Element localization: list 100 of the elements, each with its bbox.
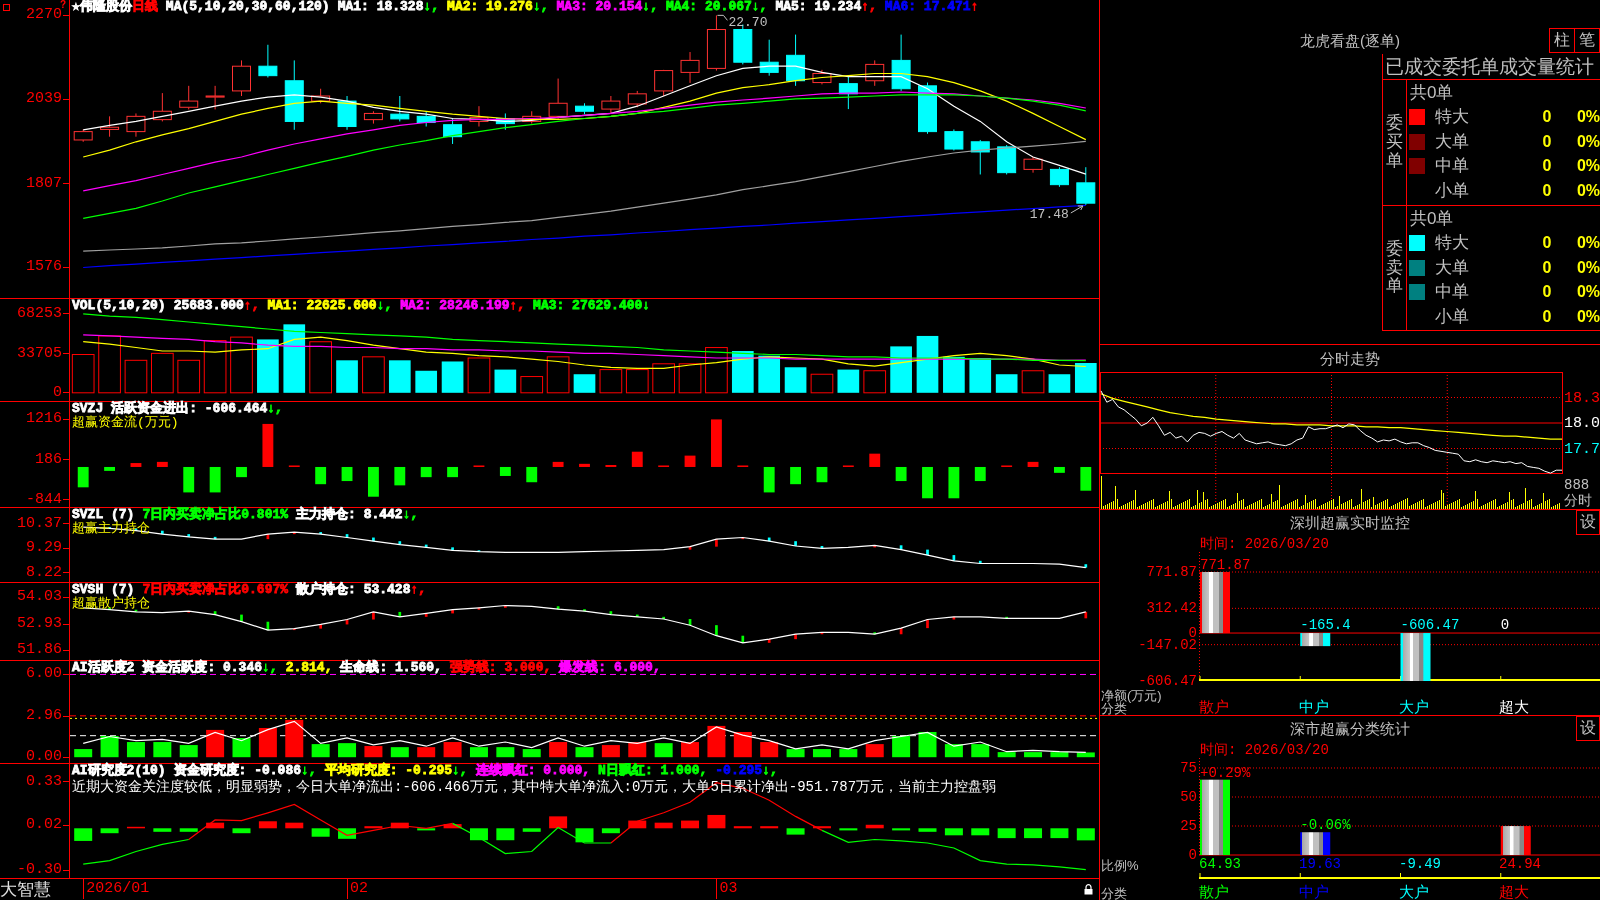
date-label: 02	[347, 879, 369, 899]
axis-label: 8.22	[26, 565, 69, 580]
axis-label: 0.00	[26, 750, 69, 765]
axis-label: 33705	[17, 346, 69, 361]
axis-label: 10.37	[17, 516, 69, 531]
legend-text: 7日内买卖净占比0.697%	[142, 583, 289, 597]
category-label: 超大	[1499, 698, 1529, 715]
legend-text: ↓,	[402, 508, 419, 522]
date-label: 03	[716, 879, 738, 899]
axis-label: 9.29	[26, 541, 69, 556]
order-share: 0%	[1576, 180, 1600, 201]
order-size-label: 小单	[1434, 306, 1469, 327]
axis-label: 0	[53, 385, 69, 400]
legend-text: ★伟隆股份	[72, 0, 132, 14]
axis-label: 312.42	[1146, 601, 1197, 616]
axis-label: 0.33	[26, 774, 69, 789]
legend-text: 2.814,	[285, 661, 333, 675]
axis-title: 比例%	[1101, 859, 1139, 872]
legend-text: MA(5,10,20,30,60,120)	[165, 0, 330, 14]
change-label: +0.29%	[1200, 764, 1251, 781]
legend-text: SVSH (7)	[72, 583, 135, 597]
order-share: 0%	[1576, 107, 1600, 128]
legend-text: ↓,	[751, 0, 768, 14]
volume-title: 分时	[1564, 493, 1592, 509]
price-label: 18.3	[1564, 390, 1600, 405]
axis-label: 68253	[17, 306, 69, 321]
price-label: 18.0	[1564, 415, 1600, 431]
legend-text: ↓,	[532, 0, 549, 14]
order-share: 0%	[1576, 131, 1600, 152]
order-size-label: 大单	[1434, 131, 1469, 152]
legend-text: VOL(5,10,20)	[72, 299, 166, 313]
legend-text: MA3: 20.154	[556, 0, 643, 14]
legend-text: ↑,	[509, 299, 526, 313]
price-label: 17.7	[1564, 441, 1600, 456]
date-label: 2026/01	[83, 879, 150, 899]
panel-title: 深市超赢分类统计	[1290, 720, 1410, 738]
group-label: 委卖单	[1386, 239, 1403, 297]
order-share: 0%	[1576, 306, 1600, 327]
legend-text: ↓,	[762, 764, 778, 778]
legend-text: 资金活跃度: 0.346	[142, 661, 262, 675]
axis-label: 2039	[26, 92, 69, 107]
date-text: 时间: 2026/03/20	[1200, 742, 1329, 758]
legend-text: 资金研究度: -0.086	[173, 764, 302, 778]
value-label: -9.49	[1399, 857, 1441, 872]
category-label: 散户	[1199, 883, 1229, 900]
legend-text: 7日内买卖净占比0.801%	[142, 508, 289, 522]
order-size-label: 中单	[1434, 156, 1469, 177]
order-size-label: 中单	[1434, 282, 1469, 303]
legend-text: 生命线: 1.560,	[340, 661, 442, 675]
panel-title: 分时走势	[1320, 349, 1380, 368]
legend-text: ↑,	[410, 583, 427, 597]
legend-text: N日飘红: 1.000,	[598, 764, 708, 778]
value-label: 19.63	[1299, 857, 1341, 872]
axis-label: 25	[1180, 819, 1197, 833]
price-annotation: 22.70	[716, 14, 768, 31]
value-label: -165.4	[1300, 617, 1351, 634]
date-text: 时间: 2026/03/20	[1200, 536, 1329, 552]
axis-title: 净额(万元)	[1101, 689, 1162, 702]
axis-label: 0.02	[26, 818, 69, 833]
legend-text: MA3: 27629.400↓	[533, 299, 651, 313]
legend-text: 平均研究度: -0.295	[324, 764, 453, 778]
legend-text: 强势线: 3.000,	[449, 661, 552, 675]
value-label: 64.93	[1199, 857, 1241, 872]
legend-text: ↓,	[452, 764, 468, 778]
brand-name: 大智慧	[0, 879, 51, 900]
legend-text: ↓,	[267, 402, 283, 416]
axis-label: 1216	[26, 412, 69, 427]
indicator-title: 超赢散户持仓	[72, 597, 150, 611]
order-total: 共0单	[1409, 208, 1454, 230]
order-count: 0	[1542, 282, 1552, 303]
axis-label: 52.93	[17, 617, 69, 632]
value-label: 24.94	[1499, 857, 1541, 872]
order-count: 0	[1542, 180, 1552, 201]
legend-text: MA5: 19.234	[775, 0, 862, 14]
legend-text: MA2: 19.276	[447, 0, 533, 14]
axis-title: 分类	[1101, 702, 1127, 715]
legend-text: AI活跃度2	[72, 661, 135, 675]
legend-text: ↓,	[376, 299, 393, 313]
legend-text: ↓,	[301, 764, 317, 778]
legend-text: SVZJ	[72, 402, 104, 416]
legend-text: MA6: 17.471	[884, 0, 971, 14]
axis-label: 186	[35, 452, 69, 467]
category-label: 中户	[1299, 698, 1329, 715]
panel-title: 深圳超赢实时监控	[1290, 514, 1410, 532]
legend-text: MA2: 28246.199	[400, 299, 510, 313]
help-mark: ?	[59, 0, 66, 9]
order-share: 0%	[1576, 233, 1600, 254]
legend-text: ↓,	[262, 661, 278, 675]
axis-label: 50	[1180, 790, 1197, 804]
order-size-label: 小单	[1434, 180, 1469, 201]
annotation: 17.48	[1029, 206, 1069, 222]
axis-label: 1576	[26, 260, 69, 275]
legend-text: 25683.000	[173, 299, 244, 313]
category-label: 超大	[1499, 883, 1529, 900]
group-label: 委买单	[1386, 114, 1403, 171]
table-title: 已成交委托单成交量统计	[1383, 54, 1600, 80]
category-label: 大户	[1399, 698, 1429, 715]
value-label: 771.87	[1200, 557, 1251, 573]
legend-text: 主力持仓: 8.442	[296, 508, 403, 522]
axis-label: 0	[1188, 848, 1197, 862]
